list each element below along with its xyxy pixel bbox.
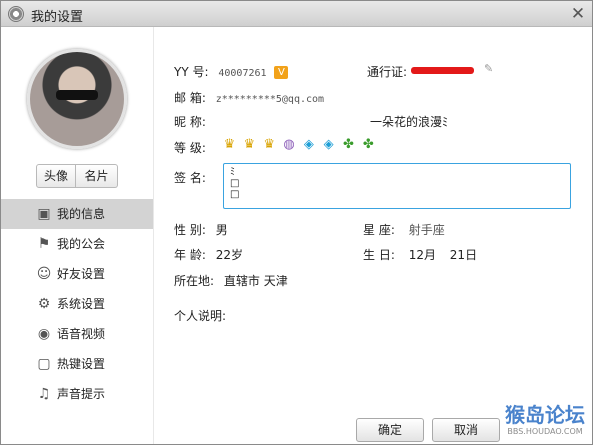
location-value: 直辖市 天津 — [223, 274, 288, 288]
flag-icon: ⚑ — [37, 236, 51, 252]
sidebar-item-label: 语音视频 — [57, 327, 106, 341]
forum-watermark-logo: 猴岛论坛 BBS.HOUDAO.COM — [499, 403, 591, 443]
sidebar-item-label: 我的公会 — [57, 237, 106, 251]
nickname-label: 昵 称: — [174, 115, 206, 129]
intro-row: 个人说明: — [174, 307, 226, 324]
zodiac-label: 星 座: — [363, 223, 395, 237]
crown-icon: ♛ — [263, 137, 275, 152]
passport-row: 通行证: — [367, 63, 407, 80]
gender-label: 性 别: — [174, 223, 206, 237]
title-bar[interactable]: 我的设置 ✕ — [1, 1, 592, 27]
app-logo-icon — [8, 6, 24, 22]
shield-badge-icon: ◍ — [283, 137, 295, 152]
diamond-icon: ◈ — [303, 137, 314, 152]
level-badges: ♛ ♛ ♛ ◍ ◈ ◈ ✤ ✤ — [222, 137, 377, 153]
yy-number-value: 40007261 — [218, 68, 267, 79]
profile-panel: YY 号: 40007261 V 通行证: ✎ 邮 箱: z*********5… — [154, 27, 592, 444]
sidebar-item-label: 系统设置 — [57, 297, 106, 311]
birthday-day: 21日 — [449, 248, 478, 262]
birthday-month: 12月 — [408, 248, 436, 262]
yy-number-label: YY 号: — [174, 65, 209, 79]
location-row: 所在地: 直辖市 天津 — [174, 272, 288, 289]
level-row: 等 级: — [174, 139, 206, 156]
birthday-row: 生 日: 12月 21日 — [363, 246, 477, 263]
settings-nav: ▣ 我的信息 ⚑ 我的公会 ☺ 好友设置 ⚙ 系统设置 ◉ 语音视频 ▢ 热键设… — [1, 199, 153, 409]
location-label: 所在地: — [174, 274, 215, 288]
webcam-icon: ◉ — [37, 326, 51, 342]
clover-icon: ✤ — [362, 137, 374, 152]
window-title: 我的设置 — [31, 10, 84, 25]
crown-icon: ♛ — [243, 137, 256, 152]
cancel-button[interactable]: 取消 — [432, 418, 500, 442]
signature-line: □ — [230, 178, 240, 189]
email-value: z*********5@qq.com — [215, 94, 325, 105]
avatar-tab-button[interactable]: 头像 — [36, 164, 76, 188]
sidebar: 头像 名片 ▣ 我的信息 ⚑ 我的公会 ☺ 好友设置 ⚙ 系统设置 ◉ 语音视频 — [1, 27, 153, 444]
nickname-row: 昵 称: — [174, 113, 206, 130]
edit-icon[interactable]: ✎ — [484, 63, 496, 75]
sidebar-item-friend-settings[interactable]: ☺ 好友设置 — [1, 259, 153, 289]
age-label: 年 龄: — [174, 248, 206, 262]
birthday-label: 生 日: — [363, 248, 395, 262]
settings-window: 我的设置 ✕ 头像 名片 ▣ 我的信息 ⚑ 我的公会 ☺ 好友设置 ⚙ 系统设置 — [0, 0, 593, 445]
keyboard-icon: ▢ — [37, 356, 51, 372]
sidebar-item-voice-video[interactable]: ◉ 语音视频 — [1, 319, 153, 349]
id-card-icon: ▣ — [37, 206, 51, 222]
avatar-glasses — [56, 90, 98, 100]
intro-label: 个人说明: — [174, 309, 227, 323]
ok-button[interactable]: 确定 — [356, 418, 424, 442]
signature-line: □ — [230, 189, 240, 200]
sidebar-item-label: 我的信息 — [57, 207, 106, 221]
passport-redacted — [411, 67, 474, 74]
avatar[interactable] — [27, 49, 127, 149]
signature-row: 签 名: — [174, 169, 206, 186]
clover-icon: ✤ — [343, 137, 354, 152]
passport-label: 通行证: — [367, 65, 408, 79]
sidebar-item-label: 好友设置 — [57, 267, 106, 281]
sidebar-item-hotkey-settings[interactable]: ▢ 热键设置 — [1, 349, 153, 379]
music-note-icon: ♫ — [37, 386, 51, 402]
friends-icon: ☺ — [36, 266, 52, 282]
vip-badge-icon: V — [274, 66, 289, 79]
level-label: 等 级: — [174, 141, 206, 155]
signature-textarea[interactable]: ﾐ □ □ — [223, 163, 571, 209]
watermark-title: 猴岛论坛 — [505, 403, 585, 427]
sidebar-item-sound-alerts[interactable]: ♫ 声音提示 — [1, 379, 153, 409]
gender-row: 性 别: 男 — [174, 221, 228, 238]
close-button[interactable]: ✕ — [569, 5, 587, 23]
sidebar-item-label: 热键设置 — [57, 357, 106, 371]
nickname-value: 一朵花的浪漫ﾐ — [370, 115, 449, 129]
gear-icon: ⚙ — [37, 296, 51, 312]
gender-value: 男 — [215, 223, 228, 237]
crown-icon: ♛ — [223, 137, 236, 152]
sidebar-item-my-guild[interactable]: ⚑ 我的公会 — [1, 229, 153, 259]
yy-number-row: YY 号: 40007261 V — [174, 63, 289, 80]
diamond-icon: ◈ — [323, 137, 334, 152]
signature-line: ﾐ — [230, 167, 235, 178]
zodiac-value: 射手座 — [408, 223, 445, 237]
email-row: 邮 箱: z*********5@qq.com — [174, 89, 324, 106]
age-row: 年 龄: 22岁 — [174, 246, 243, 263]
card-tab-button[interactable]: 名片 — [76, 164, 118, 188]
signature-label: 签 名: — [174, 171, 206, 185]
sidebar-item-my-info[interactable]: ▣ 我的信息 — [1, 199, 153, 229]
watermark-url: BBS.HOUDAO.COM — [507, 427, 583, 436]
zodiac-row: 星 座: 射手座 — [363, 221, 445, 238]
age-value: 22岁 — [215, 248, 243, 262]
nickname-value-wrap: 一朵花的浪漫ﾐ — [370, 113, 448, 130]
sidebar-item-system-settings[interactable]: ⚙ 系统设置 — [1, 289, 153, 319]
email-label: 邮 箱: — [174, 91, 206, 105]
sidebar-item-label: 声音提示 — [57, 387, 106, 401]
